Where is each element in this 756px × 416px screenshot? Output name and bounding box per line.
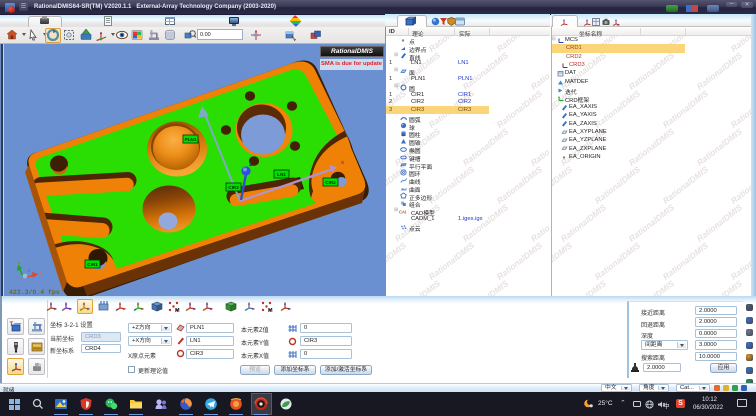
- svg-text:T: T: [9, 322, 13, 328]
- svg-text:x: x: [617, 22, 620, 26]
- svg-text:M: M: [268, 308, 273, 313]
- svg-text:LN1: LN1: [277, 172, 286, 177]
- svg-text:CIR2: CIR2: [325, 180, 336, 185]
- svg-text:CAD: CAD: [399, 210, 406, 215]
- svg-text:Y: Y: [17, 262, 21, 268]
- svg-text:CIR1: CIR1: [87, 262, 98, 267]
- svg-text:423.3/0.4 fps: 423.3/0.4 fps: [9, 289, 60, 296]
- svg-text:PLN1: PLN1: [185, 137, 197, 142]
- svg-text:M: M: [175, 308, 180, 313]
- svg-text:CIR3: CIR3: [228, 185, 239, 190]
